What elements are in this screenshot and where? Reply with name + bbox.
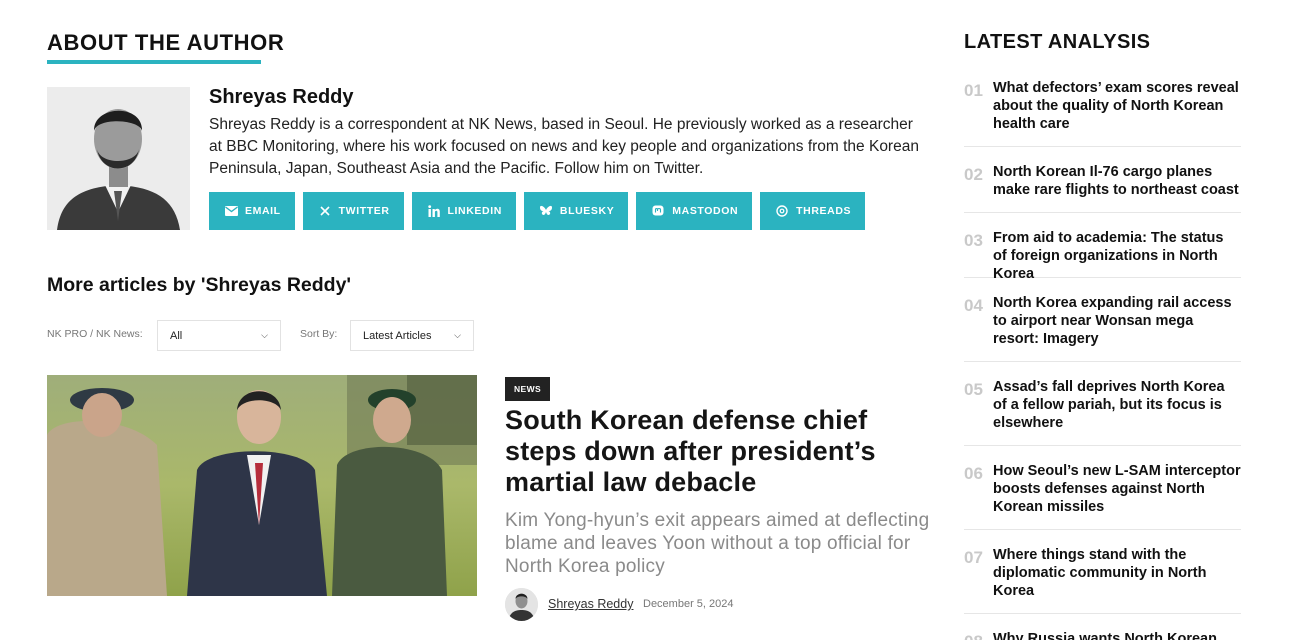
- source-filter-label: NK PRO / NK News:: [47, 328, 143, 340]
- item-number: 01: [964, 81, 983, 100]
- twitter-label: TWITTER: [338, 205, 390, 217]
- item-number: 08: [964, 632, 983, 640]
- email-button[interactable]: EMAIL: [209, 192, 295, 230]
- mastodon-label: MASTODON: [672, 205, 739, 217]
- item-number: 04: [964, 296, 983, 315]
- author-photo: [47, 87, 190, 230]
- threads-label: THREADS: [796, 205, 852, 217]
- item-title[interactable]: Where things stand with the diplomatic c…: [993, 544, 1241, 600]
- more-articles-heading: More articles by 'Shreyas Reddy': [47, 274, 352, 296]
- email-label: EMAIL: [245, 205, 281, 217]
- twitter-button[interactable]: TWITTER: [302, 192, 404, 230]
- mastodon-button[interactable]: MASTODON: [636, 192, 753, 230]
- byline-date: December 5, 2024: [643, 598, 734, 610]
- item-number: 05: [964, 380, 983, 399]
- threads-icon: [774, 203, 790, 219]
- linkedin-icon: [426, 203, 442, 219]
- item-number: 07: [964, 548, 983, 567]
- item-title[interactable]: North Korean Il-76 cargo planes make rar…: [993, 161, 1241, 199]
- social-buttons: EMAIL TWITTER LINKEDIN BLUESKY MASTODON …: [209, 192, 866, 230]
- item-title[interactable]: How Seoul’s new L-SAM interceptor boosts…: [993, 460, 1241, 516]
- item-title[interactable]: Assad’s fall deprives North Korea of a f…: [993, 376, 1241, 432]
- item-number: 06: [964, 464, 983, 483]
- list-item[interactable]: 06 How Seoul’s new L-SAM interceptor boo…: [964, 446, 1241, 530]
- author-name: Shreyas Reddy: [209, 86, 354, 108]
- heading-underline: [47, 60, 261, 64]
- item-number: 03: [964, 231, 983, 250]
- author-avatar: [505, 588, 538, 621]
- article-title[interactable]: South Korean defense chief steps down af…: [505, 405, 925, 498]
- list-item[interactable]: 08 Why Russia wants North Korean: [964, 614, 1241, 640]
- envelope-icon: [223, 203, 239, 219]
- butterfly-icon: [538, 203, 554, 219]
- item-title[interactable]: From aid to academia: The status of fore…: [993, 227, 1241, 283]
- byline-author-link[interactable]: Shreyas Reddy: [548, 597, 633, 611]
- list-item[interactable]: 04 North Korea expanding rail access to …: [964, 278, 1241, 362]
- list-item[interactable]: 02 North Korean Il-76 cargo planes make …: [964, 147, 1241, 213]
- chevron-down-icon: ⌵: [454, 330, 461, 340]
- sort-label: Sort By:: [300, 328, 338, 340]
- item-title[interactable]: Why Russia wants North Korean: [993, 628, 1241, 640]
- article-subtitle: Kim Yong-hyun’s exit appears aimed at de…: [505, 510, 930, 577]
- article-image[interactable]: [47, 375, 477, 596]
- list-item[interactable]: 07 Where things stand with the diplomati…: [964, 530, 1241, 614]
- mastodon-icon: [650, 203, 666, 219]
- bluesky-button[interactable]: BLUESKY: [523, 192, 629, 230]
- linkedin-label: LINKEDIN: [447, 205, 502, 217]
- category-badge[interactable]: NEWS: [505, 377, 551, 401]
- linkedin-button[interactable]: LINKEDIN: [411, 192, 516, 230]
- source-filter-select[interactable]: All ⌵: [157, 320, 281, 351]
- about-author-heading: ABOUT THE AUTHOR: [47, 30, 285, 55]
- bluesky-label: BLUESKY: [559, 205, 615, 217]
- latest-analysis-heading: LATEST ANALYSIS: [964, 31, 1151, 53]
- list-item[interactable]: 03 From aid to academia: The status of f…: [964, 213, 1241, 282]
- chevron-down-icon: ⌵: [261, 330, 268, 340]
- item-number: 02: [964, 165, 983, 184]
- list-item[interactable]: 05 Assad’s fall deprives North Korea of …: [964, 362, 1241, 446]
- threads-button[interactable]: THREADS: [760, 192, 866, 230]
- author-bio: Shreyas Reddy is a correspondent at NK N…: [209, 116, 919, 177]
- sort-value: Latest Articles: [363, 329, 432, 342]
- list-item[interactable]: 01 What defectors’ exam scores reveal ab…: [964, 77, 1241, 147]
- x-icon: [317, 203, 333, 219]
- item-title[interactable]: North Korea expanding rail access to air…: [993, 292, 1241, 348]
- source-filter-value: All: [170, 329, 183, 342]
- item-title[interactable]: What defectors’ exam scores reveal about…: [993, 77, 1241, 133]
- sort-select[interactable]: Latest Articles ⌵: [350, 320, 474, 351]
- latest-analysis-list: 01 What defectors’ exam scores reveal ab…: [964, 77, 1241, 640]
